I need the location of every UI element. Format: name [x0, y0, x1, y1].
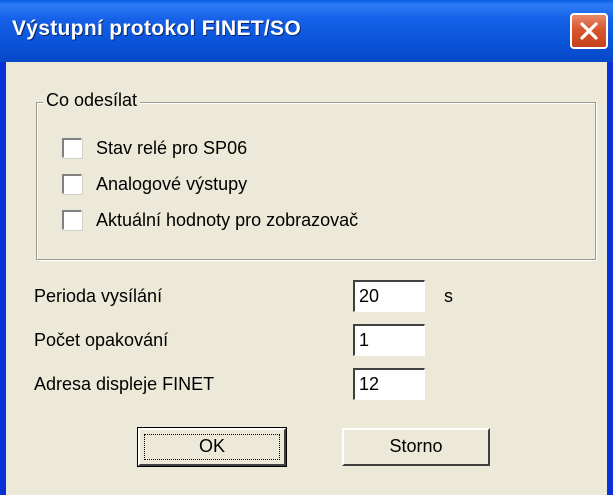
repeat-count-input[interactable]: 1 — [353, 324, 425, 356]
checkbox-label[interactable]: Stav relé pro SP06 — [96, 136, 247, 160]
groupbox-label: Co odesílat — [43, 90, 141, 111]
checkbox-label[interactable]: Aktuální hodnoty pro zobrazovač — [96, 208, 358, 232]
display-address-input[interactable]: 12 — [353, 368, 425, 400]
checkbox-label[interactable]: Analogové výstupy — [96, 172, 247, 196]
dialog-window: Výstupní protokol FINET/SO Co odesílat S… — [0, 0, 613, 495]
period-unit: s — [444, 286, 453, 306]
dialog-body: Co odesílat Stav relé pro SP06 Analogové… — [6, 62, 607, 495]
close-button[interactable] — [570, 13, 608, 49]
focus-rect — [144, 434, 280, 460]
display-address-label: Adresa displeje FINET — [34, 374, 215, 394]
checkbox-box[interactable] — [62, 210, 82, 230]
period-input[interactable]: 20 — [353, 280, 425, 312]
repeat-count-label: Počet opakování — [34, 330, 169, 350]
close-icon — [580, 22, 598, 40]
checkbox-box[interactable] — [62, 174, 82, 194]
period-label: Perioda vysílání — [34, 286, 163, 306]
cancel-button-label: Storno — [389, 436, 443, 456]
window-title: Výstupní protokol FINET/SO — [12, 17, 301, 40]
title-bar[interactable]: Výstupní protokol FINET/SO — [0, 0, 613, 62]
cancel-button[interactable]: Storno — [342, 428, 490, 466]
checkbox-box[interactable] — [62, 138, 82, 158]
ok-button[interactable]: OK — [137, 427, 287, 467]
